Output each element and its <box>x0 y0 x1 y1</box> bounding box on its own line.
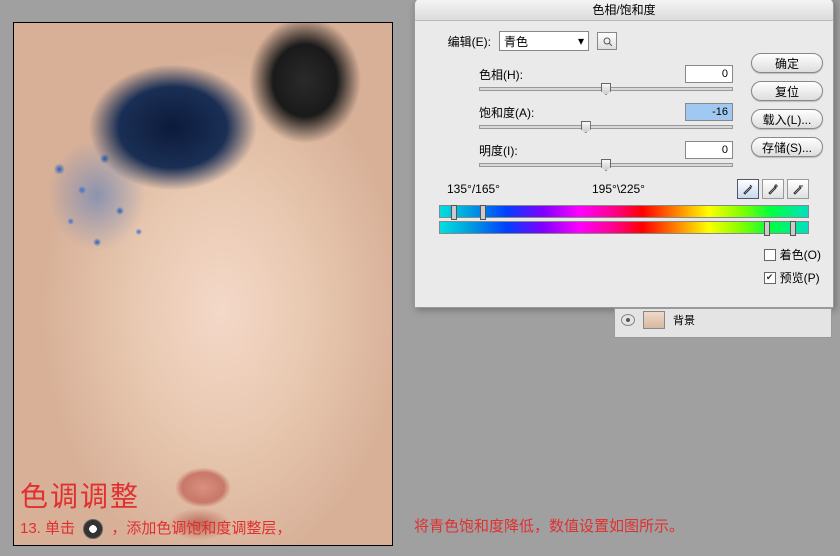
hue-slider-group: 色相(H): <box>479 65 733 91</box>
hue-bar-bottom[interactable] <box>439 221 809 234</box>
instruction-text: 将青色饱和度降低，数值设置如图所示。 <box>414 515 834 536</box>
colorize-checkbox[interactable] <box>764 249 776 261</box>
hue-slider[interactable] <box>479 87 733 91</box>
saturation-slider-group: 饱和度(A): <box>479 103 733 129</box>
layer-thumbnail <box>643 311 665 329</box>
slider-thumb[interactable] <box>601 159 611 171</box>
overlay-title: 色调调整 <box>20 475 140 515</box>
range-right: 195°\225° <box>592 182 645 196</box>
hue-marker[interactable] <box>451 205 457 220</box>
hue-saturation-dialog: 色相/饱和度 编辑(E): 青色 ▾ 色相(H): 饱和度(A): <box>414 0 834 308</box>
saturation-slider[interactable] <box>479 125 733 129</box>
edit-label: 编辑(E): <box>427 33 491 50</box>
lightness-slider-group: 明度(I): <box>479 141 733 167</box>
hue-label: 色相(H): <box>479 66 579 83</box>
preview-checkbox[interactable] <box>764 272 776 284</box>
ok-button[interactable]: 确定 <box>751 53 823 73</box>
flyout-menu-button[interactable] <box>597 32 617 50</box>
colorize-label: 着色(O) <box>780 246 821 263</box>
canvas-area: 色调调整 13. 单击 ，添加色调饱和度调整层， <box>13 22 393 546</box>
saturation-input[interactable] <box>685 103 733 121</box>
hue-marker[interactable] <box>790 221 796 236</box>
hue-bar-top[interactable] <box>439 205 809 218</box>
hue-input[interactable] <box>685 65 733 83</box>
reset-button[interactable]: 复位 <box>751 81 823 101</box>
slider-thumb[interactable] <box>601 83 611 95</box>
eyedropper-add-icon[interactable] <box>762 179 784 199</box>
lightness-slider[interactable] <box>479 163 733 167</box>
layer-name: 背景 <box>673 312 695 328</box>
chevron-down-icon: ▾ <box>578 34 584 48</box>
eyedropper-subtract-icon[interactable] <box>787 179 809 199</box>
hue-marker[interactable] <box>764 221 770 236</box>
hue-range-bars <box>439 205 809 234</box>
overlay-step: 13. 单击 ，添加色调饱和度调整层， <box>20 517 291 539</box>
lightness-input[interactable] <box>685 141 733 159</box>
edit-dropdown[interactable]: 青色 ▾ <box>499 31 589 51</box>
layers-panel: 背景 <box>614 308 832 338</box>
saturation-label: 饱和度(A): <box>479 104 579 121</box>
dialog-title: 色相/饱和度 <box>415 0 833 21</box>
range-left: 135°/165° <box>447 182 500 196</box>
adjustment-layer-icon <box>83 519 103 539</box>
slider-thumb[interactable] <box>581 121 591 133</box>
preview-label: 预览(P) <box>780 269 820 286</box>
lightness-label: 明度(I): <box>479 142 579 159</box>
photo-preview <box>14 23 392 545</box>
eyedropper-icon[interactable] <box>737 179 759 199</box>
save-button[interactable]: 存储(S)... <box>751 137 823 157</box>
load-button[interactable]: 载入(L)... <box>751 109 823 129</box>
visibility-icon[interactable] <box>621 314 635 326</box>
hue-marker[interactable] <box>480 205 486 220</box>
layer-row[interactable]: 背景 <box>615 309 831 331</box>
